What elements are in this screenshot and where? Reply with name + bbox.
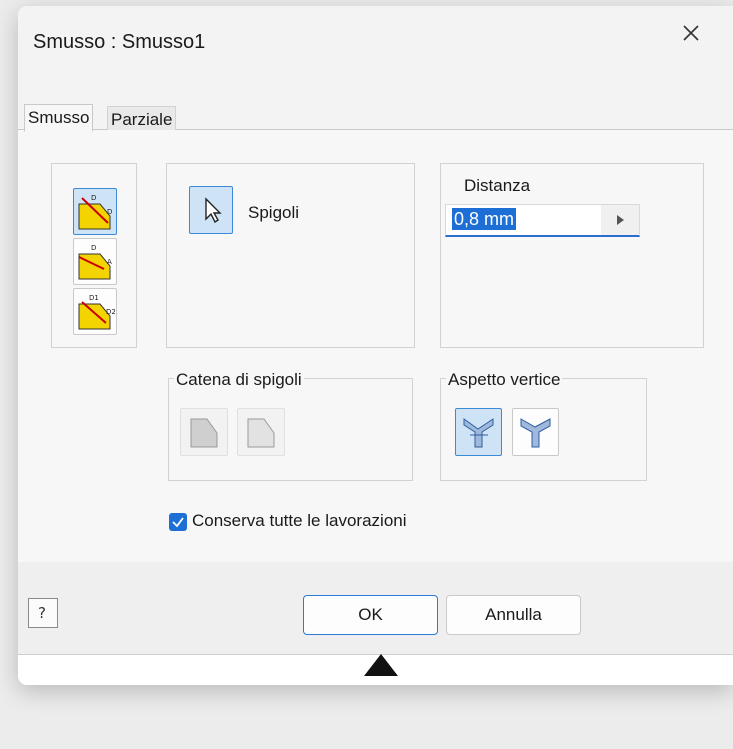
edges-label: Spigoli: [248, 203, 300, 222]
chamfer-distance-icon: D D: [78, 194, 112, 230]
play-arrow-icon: [617, 215, 624, 225]
edge-chain-single-icon: [247, 418, 275, 448]
edge-chain-label: Catena di spigoli: [174, 370, 304, 390]
help-button[interactable]: ?: [28, 598, 58, 628]
distance-value: 0,8 mm: [452, 208, 517, 230]
svg-text:A: A: [107, 258, 112, 266]
distance-flyout-button[interactable]: [601, 205, 639, 235]
svg-text:D: D: [107, 208, 112, 216]
method-distance-button[interactable]: D D: [73, 188, 117, 235]
title-bar: Smusso : Smusso1: [18, 6, 733, 78]
svg-text:?: ?: [38, 604, 46, 622]
svg-text:D: D: [91, 194, 96, 202]
edges-select-button[interactable]: [189, 186, 233, 234]
edge-chain-all-icon: [190, 418, 218, 448]
expand-toolbar-icon[interactable]: [364, 654, 398, 676]
chamfer-two-distances-icon: D1 D2: [78, 294, 116, 330]
vertex-setback-icon: [463, 418, 494, 448]
svg-text:D: D: [91, 244, 96, 252]
svg-text:D1: D1: [89, 294, 99, 302]
preserve-features-checkbox[interactable]: [169, 513, 187, 531]
distance-input[interactable]: 0,8 mm: [445, 204, 640, 237]
help-icon: ?: [38, 604, 46, 622]
tab-parziale[interactable]: Parziale: [107, 106, 177, 131]
pointer-select-icon: [205, 197, 222, 224]
dialog-title: Smusso : Smusso1: [33, 31, 206, 53]
cancel-button[interactable]: Annulla: [446, 595, 581, 635]
vertex-setback-button[interactable]: [455, 408, 502, 456]
vertex-corner-icon: [520, 418, 551, 448]
ok-button[interactable]: OK: [303, 595, 438, 635]
single-edge-button: [237, 408, 285, 456]
checkmark-icon: [172, 517, 184, 528]
tab-smusso[interactable]: Smusso: [24, 104, 94, 132]
close-button[interactable]: [680, 22, 702, 44]
close-icon: [683, 25, 699, 41]
method-distance-angle-button[interactable]: D A: [73, 238, 117, 285]
svg-text:D2: D2: [106, 308, 116, 316]
preserve-features-label: Conserva tutte le lavorazioni: [192, 511, 407, 530]
chamfer-distance-angle-icon: D A: [78, 244, 112, 280]
distance-label: Distanza: [464, 176, 531, 195]
method-two-distances-button[interactable]: D1 D2: [73, 288, 117, 335]
vertex-appearance-label: Aspetto vertice: [446, 370, 563, 390]
vertex-corner-button[interactable]: [512, 408, 559, 456]
all-edges-button: [180, 408, 228, 456]
